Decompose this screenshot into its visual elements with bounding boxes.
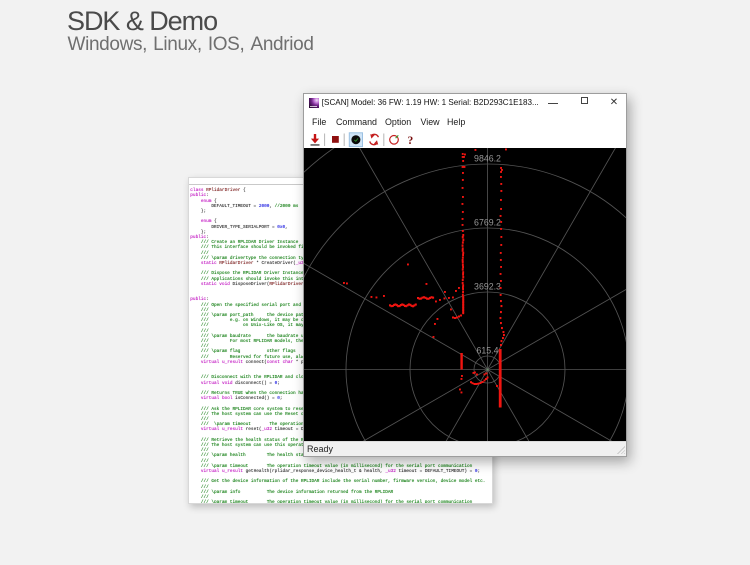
- svg-text:6769.2: 6769.2: [474, 218, 501, 228]
- svg-text:9846.2: 9846.2: [474, 154, 501, 164]
- svg-text:?: ?: [408, 135, 414, 147]
- svg-text:3692.3: 3692.3: [474, 282, 501, 292]
- svg-text:615.4: 615.4: [476, 346, 498, 356]
